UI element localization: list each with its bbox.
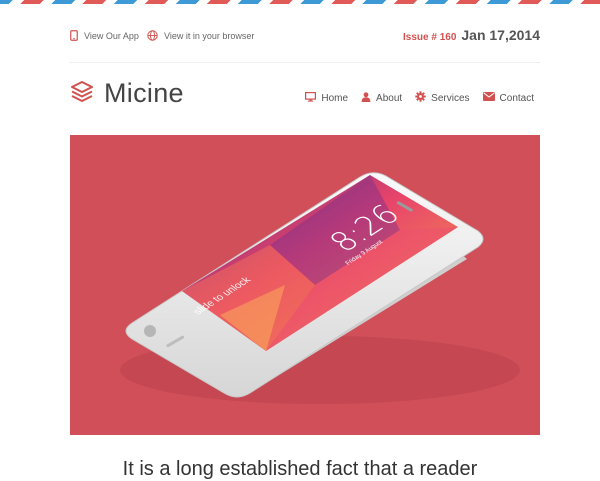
- view-browser-link[interactable]: View it in your browser: [147, 30, 254, 41]
- monitor-icon: [305, 91, 317, 105]
- gear-icon: [415, 91, 426, 105]
- header-divider: [70, 62, 540, 63]
- issue-info: Issue # 160 Jan 17,2014: [403, 27, 540, 43]
- envelope-icon: [482, 92, 495, 104]
- phone-illustration: 8:26 Friday 9 August slide to unlock: [120, 172, 520, 404]
- nav-services-label: Services: [431, 92, 470, 104]
- main-nav: Home About Services Contact: [305, 91, 534, 105]
- top-bar: View Our App View it in your browser Iss…: [70, 24, 540, 48]
- issue-number: Issue # 160: [403, 32, 457, 43]
- user-icon: [361, 91, 371, 105]
- nav-home[interactable]: Home: [305, 91, 348, 105]
- nav-services[interactable]: Services: [415, 91, 470, 105]
- mobile-icon: [70, 30, 78, 41]
- hero-banner: 8:26 Friday 9 August slide to unlock: [70, 135, 540, 435]
- brand-name: Micine: [104, 78, 184, 108]
- nav-contact[interactable]: Contact: [482, 91, 534, 105]
- view-app-label: View Our App: [84, 30, 139, 41]
- brand-logo[interactable]: Micine: [70, 78, 184, 109]
- nav-about[interactable]: About: [361, 91, 402, 105]
- view-browser-label: View it in your browser: [164, 30, 255, 41]
- view-app-link[interactable]: View Our App: [70, 30, 139, 41]
- nav-about-label: About: [376, 92, 403, 104]
- globe-icon: [147, 30, 158, 41]
- nav-contact-label: Contact: [499, 92, 534, 104]
- airmail-stripe: [0, 0, 600, 4]
- layers-icon: [70, 80, 94, 107]
- nav-home-label: Home: [321, 92, 349, 104]
- issue-date: Jan 17,2014: [461, 27, 540, 43]
